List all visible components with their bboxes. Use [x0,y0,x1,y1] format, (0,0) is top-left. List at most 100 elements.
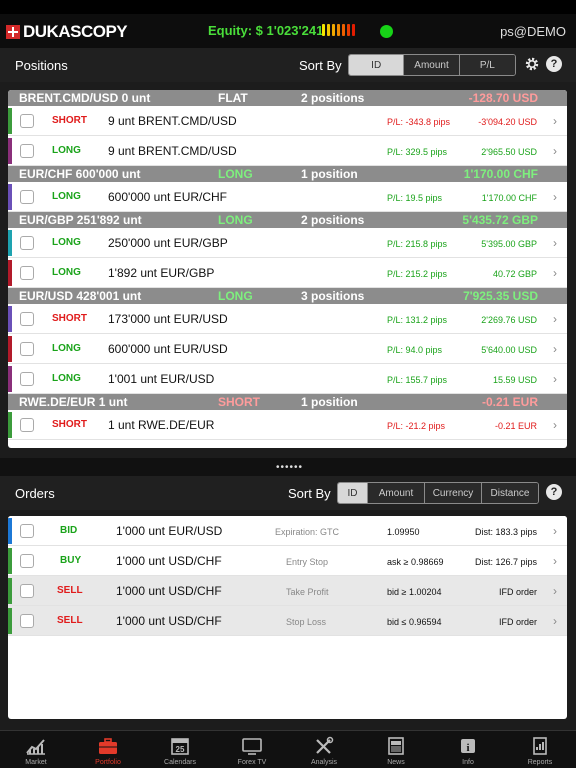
position-value: 5'395.00 GBP [481,239,537,249]
orders-sort-currency[interactable]: Currency [425,483,482,503]
position-checkbox[interactable] [20,266,34,280]
position-checkbox[interactable] [20,418,34,432]
order-extra: IFD order [498,587,537,597]
position-row[interactable]: LONG 9 unt BRENT.CMD/USD P/L: 329.5 pips 2'… [8,136,567,166]
chart-line-icon [4,734,68,758]
tab-news[interactable]: News [364,731,428,768]
tab-calendars[interactable]: 25 Calendars [148,731,212,768]
svg-text:25: 25 [176,745,185,754]
position-row[interactable]: SHORT 9 unt BRENT.CMD/USD P/L: -343.8 pips… [8,106,567,136]
position-checkbox[interactable] [20,190,34,204]
chevron-right-icon[interactable]: › [553,554,557,568]
help-icon[interactable]: ? [546,484,562,500]
positions-sort-control: ID Amount P/L [348,54,516,76]
tab-reports[interactable]: Reports [508,731,572,768]
group-label: EUR/CHF 600'000 unt [19,167,141,181]
account-label[interactable]: ps@DEMO [500,24,566,39]
tab-label: Portfolio [95,759,121,766]
tab-portfolio[interactable]: Portfolio [76,731,140,768]
position-checkbox[interactable] [20,372,34,386]
tab-forex-tv[interactable]: Forex TV [220,731,284,768]
position-checkbox[interactable] [20,312,34,326]
panel-resize-handle[interactable]: •••••• [0,458,576,476]
position-group-header[interactable]: EUR/USD 428'001 unt LONG 3 positions 7'925.… [8,288,567,304]
chevron-right-icon[interactable]: › [553,418,557,432]
tab-market[interactable]: Market [4,731,68,768]
order-row[interactable]: BUY 1'000 unt USD/CHF Entry Stop ask ≥ 0.98… [8,546,567,576]
chevron-right-icon[interactable]: › [553,342,557,356]
positions-sort-pl[interactable]: P/L [459,55,515,75]
order-checkbox[interactable] [20,614,34,628]
chevron-right-icon[interactable]: › [553,312,557,326]
orders-sort-label: Sort By [288,486,331,501]
order-checkbox[interactable] [20,584,34,598]
order-side: SELL [57,615,83,626]
group-total: 1'170.00 CHF [463,167,538,181]
chevron-right-icon[interactable]: › [553,614,557,628]
position-checkbox[interactable] [20,236,34,250]
position-value: -0.21 EUR [494,421,537,431]
positions-sort-amount[interactable]: Amount [404,55,460,75]
chevron-right-icon[interactable]: › [553,144,557,158]
order-row[interactable]: SELL 1'000 unt USD/CHF Stop Loss bid ≤ 0.96… [8,606,567,636]
position-value: 15.59 USD [492,375,537,385]
position-group-header[interactable]: EUR/CHF 600'000 unt LONG 1 position 1'170.0… [8,166,567,182]
orders-header: Orders Sort By ID Amount Currency Distan… [0,476,576,510]
position-row[interactable]: LONG 1'001 unt EUR/USD P/L: 155.7 pips 15.5… [8,364,567,394]
row-color-stripe [8,138,12,164]
position-value: 5'640.00 USD [481,345,537,355]
position-row[interactable]: LONG 600'000 unt EUR/CHF P/L: 19.5 pips 1'1… [8,182,567,212]
tab-analysis[interactable]: Analysis [292,731,356,768]
row-color-stripe [8,366,12,392]
chevron-right-icon[interactable]: › [553,524,557,538]
row-color-stripe [8,608,12,634]
row-color-stripe [8,578,12,604]
position-checkbox[interactable] [20,342,34,356]
group-direction: SHORT [218,395,260,409]
chevron-right-icon[interactable]: › [553,114,557,128]
position-side: LONG [52,191,81,202]
positions-sort-id[interactable]: ID [349,55,405,75]
position-value: 2'965.50 USD [481,147,537,157]
position-row[interactable]: SHORT 173'000 unt EUR/USD P/L: 131.2 pips 2… [8,304,567,334]
group-label: RWE.DE/EUR 1 unt [19,395,128,409]
position-row[interactable]: LONG 600'000 unt EUR/USD P/L: 94.0 pips 5'6… [8,334,567,364]
position-pl: P/L: 131.2 pips [387,315,448,325]
chevron-right-icon[interactable]: › [553,266,557,280]
group-label: EUR/USD 428'001 unt [19,289,142,303]
position-instrument: 173'000 unt EUR/USD [108,312,228,326]
svg-text:i: i [466,742,469,754]
order-checkbox[interactable] [20,524,34,538]
position-instrument: 9 unt BRENT.CMD/USD [108,114,237,128]
order-checkbox[interactable] [20,554,34,568]
group-label: EUR/GBP 251'892 unt [19,213,142,227]
tab-info[interactable]: i Info [436,731,500,768]
orders-sort-distance[interactable]: Distance [482,483,538,503]
help-icon[interactable]: ? [546,56,562,72]
position-checkbox[interactable] [20,114,34,128]
position-group-header[interactable]: EUR/GBP 251'892 unt LONG 2 positions 5'435.… [8,212,567,228]
position-row[interactable]: SHORT 1 unt RWE.DE/EUR P/L: -21.2 pips -0.2… [8,410,567,440]
position-checkbox[interactable] [20,144,34,158]
position-group-header[interactable]: RWE.DE/EUR 1 unt SHORT 1 position -0.21 EUR [8,394,567,410]
position-row[interactable]: LONG 250'000 unt EUR/GBP P/L: 215.8 pips 5'… [8,228,567,258]
order-row[interactable]: SELL 1'000 unt USD/CHF Take Profit bid ≥ 1.… [8,576,567,606]
chevron-right-icon[interactable]: › [553,372,557,386]
position-group-header[interactable]: BRENT.CMD/USD 0 unt FLAT 2 positions -128.7… [8,90,567,106]
equity-meter [322,24,355,36]
group-count: 2 positions [301,91,365,105]
order-row[interactable]: BID 1'000 unt EUR/USD Expiration: GTC 1.099… [8,516,567,546]
gear-icon[interactable] [524,56,540,72]
positions-sort-label: Sort By [299,58,342,73]
row-color-stripe [8,306,12,332]
chevron-right-icon[interactable]: › [553,584,557,598]
group-count: 1 position [301,167,358,181]
chevron-right-icon[interactable]: › [553,190,557,204]
chevron-right-icon[interactable]: › [553,236,557,250]
order-price: bid ≤ 0.96594 [387,617,442,627]
position-row[interactable]: LONG 1'892 unt EUR/GBP P/L: 215.2 pips 40.7… [8,258,567,288]
equity-label: Equity: $ 1'023'241 [208,23,324,38]
orders-sort-id[interactable]: ID [338,483,368,503]
position-pl: P/L: -21.2 pips [387,421,446,431]
orders-sort-amount[interactable]: Amount [368,483,425,503]
